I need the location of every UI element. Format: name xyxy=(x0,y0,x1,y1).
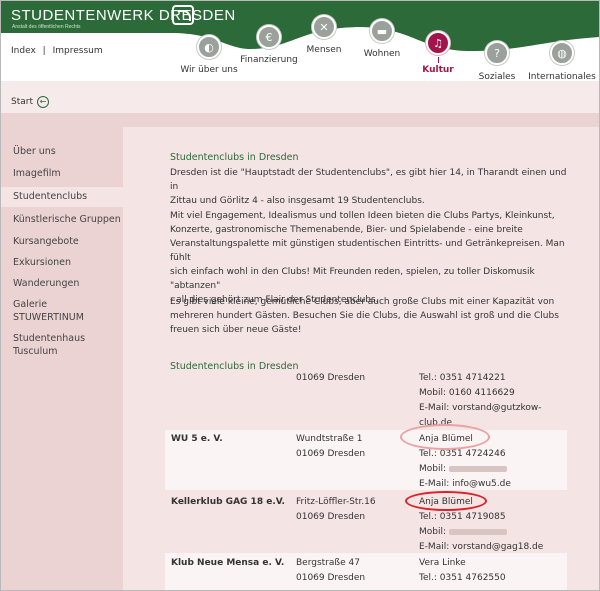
start-label: Start xyxy=(11,97,33,107)
contact-mobile: Mobil: 0160 4116629 xyxy=(419,388,515,398)
capacity-paragraph: Es gibt viele kleine, gemütliche Clubs, … xyxy=(170,295,570,337)
redacted-number xyxy=(448,465,507,472)
impressum-link[interactable]: Impressum xyxy=(53,46,103,56)
page: STUDENTENWERK DRESDEN Anstalt des öffent… xyxy=(0,0,600,591)
text-line: Es gibt viele kleine, gemütliche Clubs, … xyxy=(170,297,555,307)
highlight-ellipse xyxy=(405,491,487,511)
contact-email[interactable]: E-Mail: info@wu5.de xyxy=(419,477,511,492)
text-line: mehreren hundert Gästen. Besuchen Sie di… xyxy=(170,311,559,321)
contact-person: Vera Linke xyxy=(419,558,466,568)
text-line: Dresden ist die "Hauptstadt der Studente… xyxy=(170,168,567,192)
index-link[interactable]: Index xyxy=(11,46,36,56)
nav-finanzierung[interactable]: € Finanzierung xyxy=(239,25,299,65)
contact-phone: Tel.: 0351 4719085 xyxy=(419,512,506,522)
club-contact: Vera Linke Tel.: 0351 4762550 xyxy=(419,556,506,586)
club-address: Bergstraße 47 01069 Dresden xyxy=(296,556,365,586)
question-icon: ? xyxy=(485,41,509,65)
address-street: Fritz-Löffler-Str.16 xyxy=(296,497,376,507)
nav-label: Finanzierung xyxy=(240,55,298,65)
contact-phone: Tel.: 0351 4762550 xyxy=(419,573,506,583)
nav-label: Kultur xyxy=(422,65,454,75)
text-line: Konzerte, gastronomische Themenabende, B… xyxy=(170,225,523,235)
nav-label: Wir über uns xyxy=(180,65,238,75)
club-contact: Tel.: 0351 4714221 Mobil: 0160 4116629 E… xyxy=(419,371,541,431)
sidebar-item-studentenhaus-sub[interactable]: Tusculum xyxy=(13,346,58,357)
sidebar-item-wanderungen[interactable]: Wanderungen xyxy=(13,278,79,289)
club-name: Klub Neue Mensa e. V. xyxy=(171,558,285,568)
club-name: Kellerklub GAG 18 e.V. xyxy=(171,497,285,507)
nav-mensen[interactable]: ✕ Mensen xyxy=(294,15,354,55)
brand-title[interactable]: STUDENTENWERK DRESDEN xyxy=(11,7,236,24)
page-title: Studentenclubs in Dresden xyxy=(170,152,299,163)
contact-email[interactable]: E-Mail: vorstand@gutzkow- xyxy=(419,401,541,416)
globe-icon: ◍ xyxy=(550,41,574,65)
nav-internationales[interactable]: ◍ Internationales xyxy=(527,41,597,82)
sidebar-item-imagefilm[interactable]: Imagefilm xyxy=(13,168,61,179)
contact-email[interactable]: E-Mail: vorstand@gag18.de xyxy=(419,540,543,555)
brand-subtitle: Anstalt des öffentlichen Rechts xyxy=(12,24,81,30)
text-line: Zittau und Görlitz 4 - also insgesamt 19… xyxy=(170,196,425,206)
text-line: Veranstaltungspalette mit günstigen stud… xyxy=(170,239,565,263)
cutlery-icon: ✕ xyxy=(312,15,336,39)
club-address: Fritz-Löffler-Str.16 01069 Dresden xyxy=(296,495,376,525)
nav-kultur[interactable]: ♫ Kultur xyxy=(408,31,468,75)
text-line: sich einfach wohl in den Clubs! Mit Freu… xyxy=(170,267,535,291)
logo-icon[interactable] xyxy=(172,5,194,25)
nav-label: Soziales xyxy=(478,72,516,82)
highlight-ellipse xyxy=(400,424,490,450)
address-city: 01069 Dresden xyxy=(296,512,366,522)
sidebar-item-galerie[interactable]: Galerie xyxy=(13,299,47,310)
sofa-icon: ▬ xyxy=(370,19,394,43)
nav-label: Internationales xyxy=(528,72,596,82)
sidebar-item-ueber-uns[interactable]: Über uns xyxy=(13,146,56,157)
contact-mobile: Mobil: xyxy=(419,462,511,477)
sidebar-item-kuenstlerische-gruppen[interactable]: Künstlerische Gruppen xyxy=(13,214,121,225)
contact-mobile: Mobil: xyxy=(419,525,543,540)
table-heading: Studentenclubs in Dresden xyxy=(170,361,299,372)
address-street: Wundtstraße 1 xyxy=(296,434,363,444)
address-city: 01069 Dresden xyxy=(296,449,366,459)
club-address: 01069 Dresden xyxy=(296,373,366,383)
link-separator: | xyxy=(42,46,46,56)
arrow-left-icon: ← xyxy=(37,96,49,108)
contact-phone: Tel.: 0351 4714221 xyxy=(419,373,506,383)
redacted-number xyxy=(448,528,507,535)
nav-wohnen[interactable]: ▬ Wohnen xyxy=(352,19,412,59)
text-line: freuen sich über neue Gäste! xyxy=(170,325,302,335)
sidebar-item-galerie-sub[interactable]: STUWERTINUM xyxy=(13,312,84,323)
nav-wir-ueber-uns[interactable]: ◐ Wir über uns xyxy=(179,35,239,75)
music-icon: ♫ xyxy=(426,31,450,55)
nav-soziales[interactable]: ? Soziales xyxy=(467,41,527,82)
sidebar-item-studentenclubs[interactable]: Studentenclubs xyxy=(13,191,87,202)
mobile-label: Mobil: xyxy=(419,527,447,537)
intro-paragraph: Dresden ist die "Hauptstadt der Studente… xyxy=(170,166,570,208)
sidebar-item-studentenhaus[interactable]: Studentenhaus xyxy=(13,333,85,344)
sidebar-item-kursangebote[interactable]: Kursangebote xyxy=(13,236,79,247)
active-marker xyxy=(437,57,439,63)
club-address: Wundtstraße 1 01069 Dresden xyxy=(296,432,365,462)
club-name: WU 5 e. V. xyxy=(171,434,223,444)
top-links: Index | Impressum xyxy=(11,46,107,56)
address-street: Bergstraße 47 xyxy=(296,558,360,568)
nav-label: Wohnen xyxy=(363,49,401,59)
text-line: Mit viel Engagement, Idealismus und toll… xyxy=(170,211,555,221)
sidebar-item-exkursionen[interactable]: Exkursionen xyxy=(13,257,71,268)
transport-icon: ◐ xyxy=(197,35,221,59)
mobile-label: Mobil: xyxy=(419,464,447,474)
address-city: 01069 Dresden xyxy=(296,573,366,583)
euro-icon: € xyxy=(257,25,281,49)
nav-label: Mensen xyxy=(306,45,342,55)
clubs-paragraph: Mit viel Engagement, Idealismus und toll… xyxy=(170,209,570,307)
start-link[interactable]: Start ← xyxy=(11,96,49,108)
